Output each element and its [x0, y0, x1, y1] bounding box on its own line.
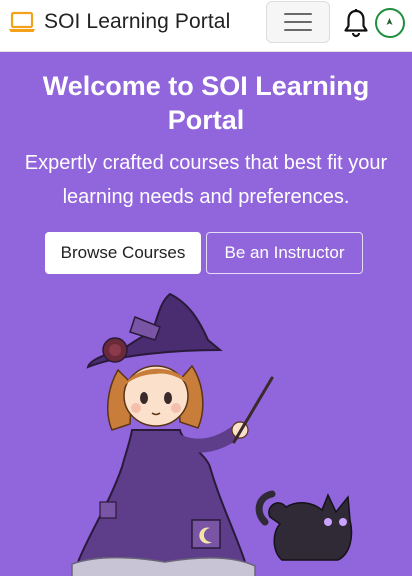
avatar-glyph-icon [386, 18, 393, 25]
browse-courses-button[interactable]: Browse Courses [45, 232, 201, 274]
user-avatar-icon[interactable] [375, 8, 405, 38]
hero-title: Welcome to SOI Learning Portal [42, 71, 370, 135]
hero-subtitle: Expertly crafted courses that best fit y… [24, 152, 388, 208]
top-navbar: SOI Learning Portal [0, 0, 412, 52]
laptop-icon [9, 11, 35, 32]
hero-section: Welcome to SOI Learning Portal Expertly … [0, 52, 412, 576]
brand-name: SOI Learning Portal [44, 10, 231, 33]
brand-link[interactable]: SOI Learning Portal [8, 0, 230, 44]
bell-icon[interactable] [342, 8, 370, 38]
be-an-instructor-button[interactable]: Be an Instructor [206, 232, 363, 274]
navbar-toggler-button[interactable] [266, 1, 330, 43]
witch-with-black-cat-illustration [71, 292, 353, 576]
hamburger-menu-icon [284, 12, 312, 32]
